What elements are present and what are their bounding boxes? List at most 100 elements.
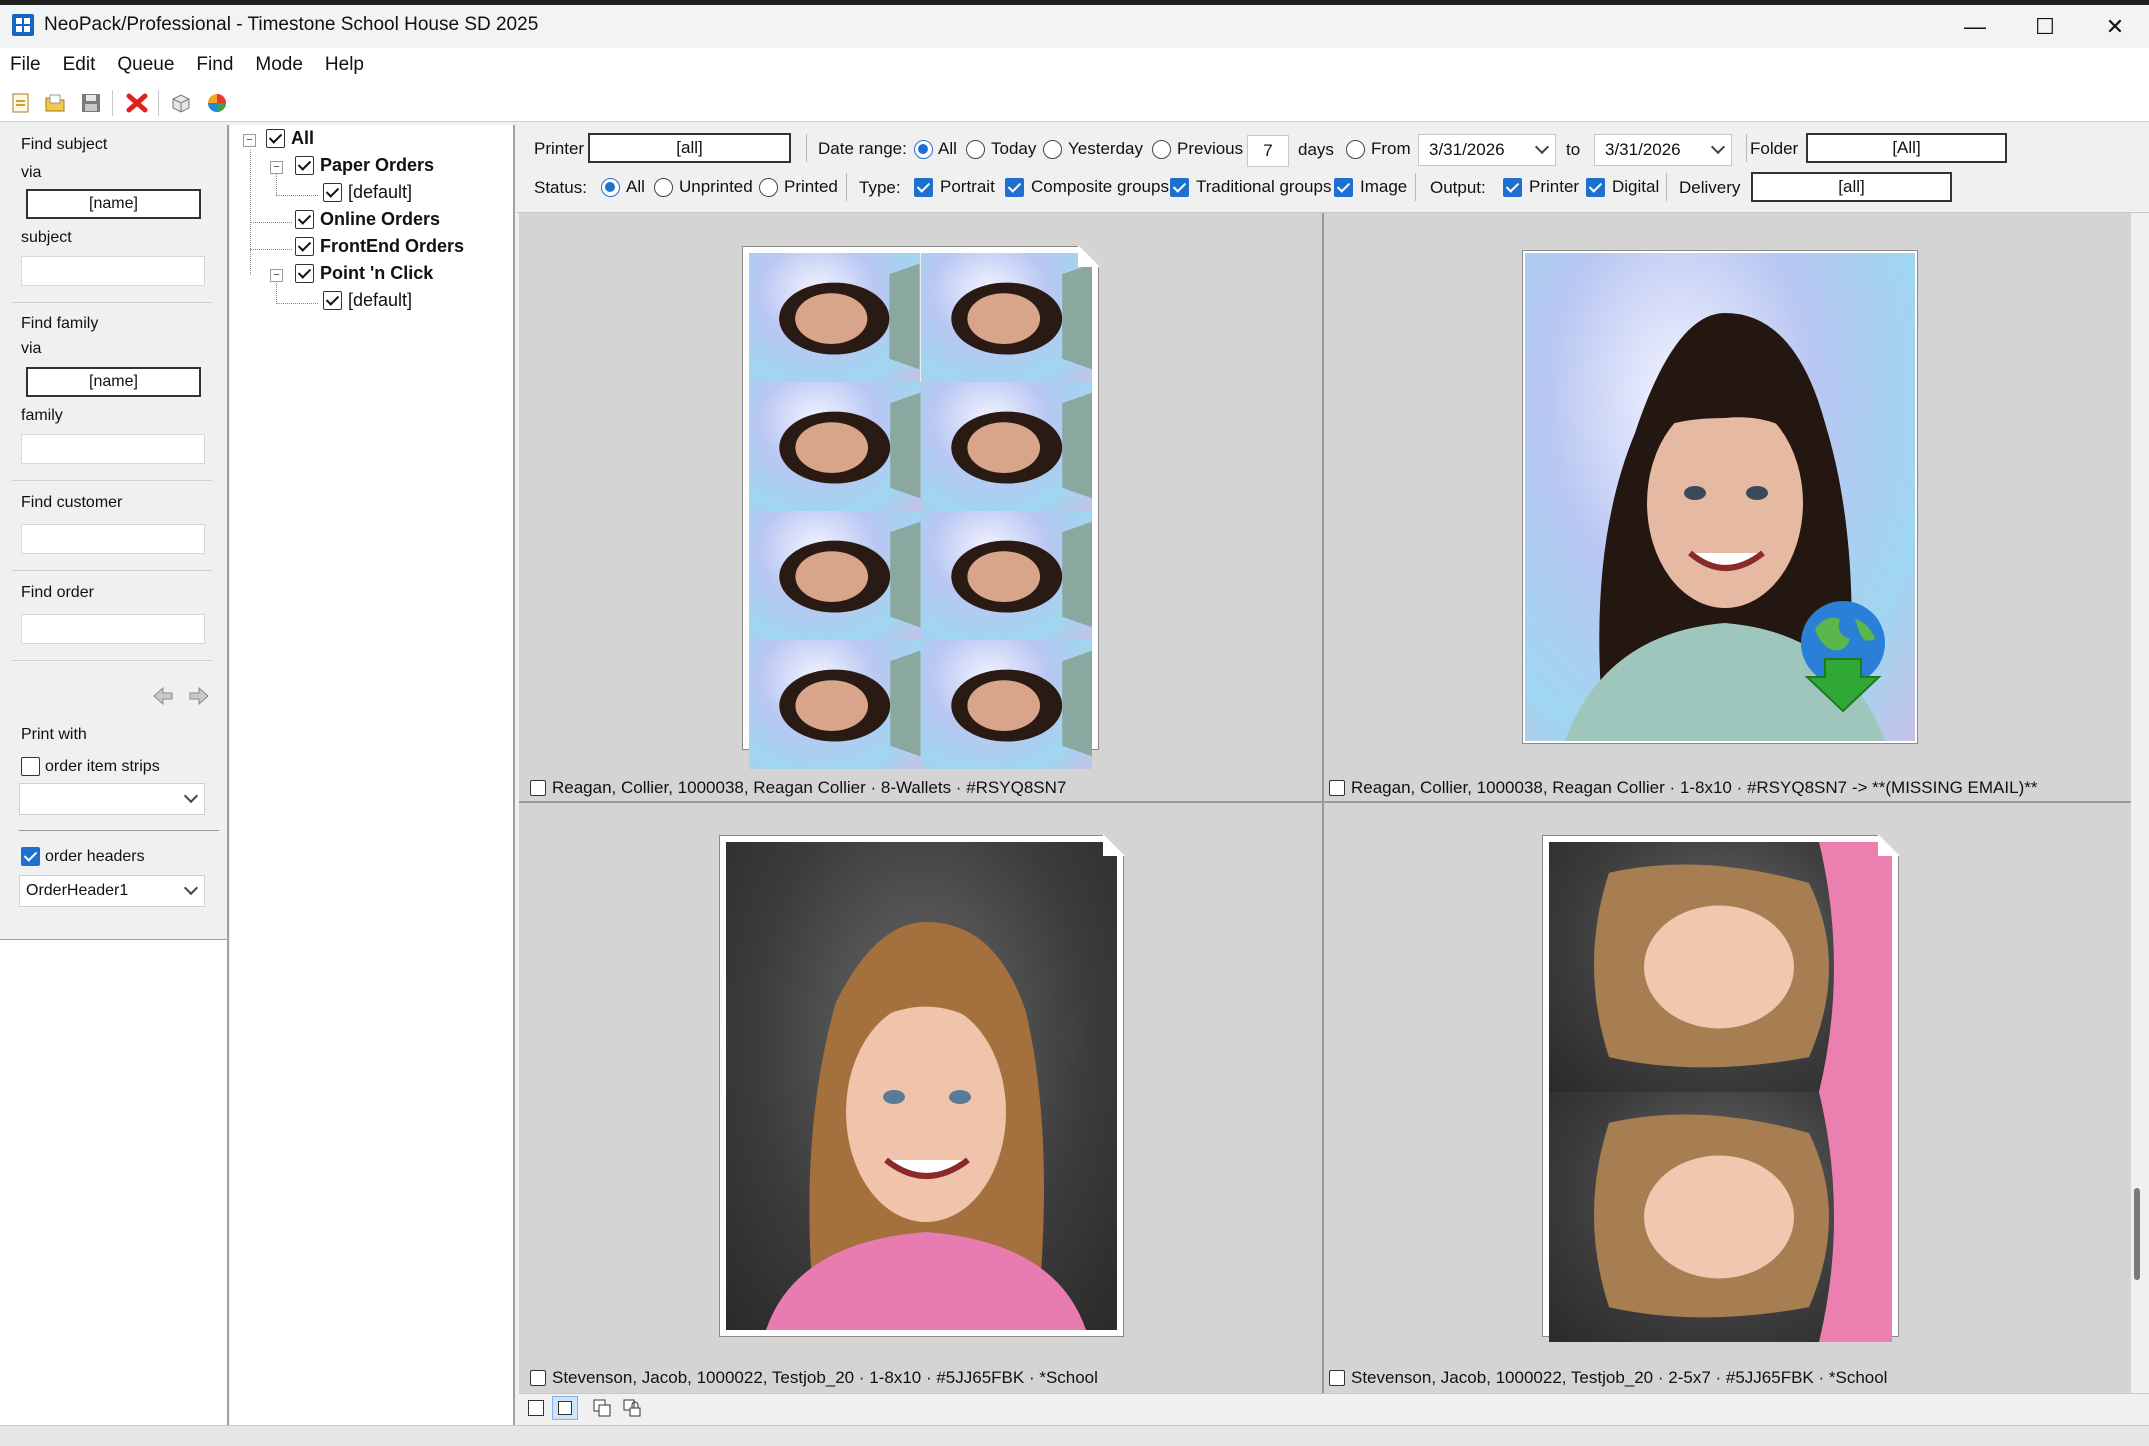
single-view-icon[interactable] [528,1400,544,1416]
output-digital-checkbox[interactable] [1586,177,1605,197]
date-option-all[interactable]: All [914,139,957,159]
menu-mode[interactable]: Mode [255,54,303,76]
type-option-composite-groups[interactable]: Composite groups [1005,177,1169,197]
order-thumbnail[interactable] [742,245,1100,770]
tree-node-all[interactable]: All [266,128,314,149]
menu-help[interactable]: Help [325,54,364,76]
order-input[interactable] [21,614,205,644]
tree-checkbox[interactable] [266,129,285,148]
order-item-checkbox[interactable] [1329,1370,1345,1386]
customer-input[interactable] [21,524,205,554]
grid-view-toggle[interactable] [552,1396,578,1420]
order-item-caption[interactable]: Stevenson, Jacob, 1000022, Testjob_20 · … [530,1368,1098,1388]
collapse-icon[interactable]: − [270,161,283,174]
tree-checkbox[interactable] [295,264,314,283]
order-headers-select[interactable]: OrderHeader1 [19,875,205,907]
printer-field[interactable]: [all] [588,133,791,163]
tree-node-default[interactable]: [default] [323,182,412,203]
date-option-yesterday[interactable]: Yesterday [1043,139,1143,159]
previous-days-input[interactable]: 7 [1247,135,1289,167]
tree-checkbox[interactable] [323,291,342,310]
menu-file[interactable]: File [10,54,41,76]
type-traditional-checkbox[interactable] [1170,177,1189,197]
output-printer-checkbox[interactable] [1503,177,1522,197]
find-family-via-field[interactable]: [name] [26,367,201,397]
date-yesterday-radio[interactable] [1043,139,1062,159]
order-thumbnail[interactable] [719,834,1125,1337]
to-date-picker[interactable]: 3/31/2026 [1594,134,1732,166]
order-item-caption[interactable]: Stevenson, Jacob, 1000022, Testjob_20 · … [1329,1368,1887,1388]
date-from-radio[interactable] [1346,139,1365,159]
lock-view-icon[interactable] [622,1398,642,1424]
tree-node-point-n-click[interactable]: Point 'n Click [295,263,433,284]
scrollbar-thumb[interactable] [2134,1188,2140,1280]
date-previous-radio[interactable] [1152,139,1171,159]
color-wheel-icon[interactable] [206,92,228,114]
order-item-strips-select[interactable] [19,783,205,815]
delete-icon[interactable] [126,92,148,114]
type-option-traditional-groups[interactable]: Traditional groups [1170,177,1331,197]
order-item-checkbox[interactable] [1329,780,1345,796]
find-subject-via-field[interactable]: [name] [26,189,201,219]
order-headers-checkbox[interactable] [21,847,40,866]
output-option-digital[interactable]: Digital [1586,177,1659,197]
status-all-radio[interactable] [601,177,620,197]
tree-checkbox[interactable] [295,156,314,175]
order-item-strips-option[interactable]: order item strips [21,757,160,776]
view-mode-bar [519,1393,2149,1423]
open-folder-icon[interactable] [44,92,66,114]
date-option-today[interactable]: Today [966,139,1036,159]
menu-find[interactable]: Find [196,54,233,76]
tree-node-paper-orders[interactable]: Paper Orders [295,155,434,176]
forward-arrow-icon[interactable] [188,686,210,712]
from-date-picker[interactable]: 3/31/2026 [1418,134,1556,166]
order-thumbnail[interactable] [1522,250,1918,744]
save-icon[interactable] [80,92,102,114]
status-option-all[interactable]: All [601,177,645,197]
package-icon[interactable] [170,92,192,114]
tree-node-default[interactable]: [default] [323,290,412,311]
status-unprinted-radio[interactable] [654,177,673,197]
new-icon[interactable] [10,92,32,114]
status-option-unprinted[interactable]: Unprinted [654,177,753,197]
tree-node-online-orders[interactable]: Online Orders [295,209,440,230]
status-option-printed[interactable]: Printed [759,177,838,197]
tree-checkbox[interactable] [295,237,314,256]
type-portrait-checkbox[interactable] [914,177,933,197]
tree-checkbox[interactable] [323,183,342,202]
download-globe-icon [1795,599,1895,721]
order-headers-option[interactable]: order headers [21,847,145,866]
order-item-strips-checkbox[interactable] [21,757,40,776]
minimize-button[interactable]: — [1940,5,2010,48]
order-item-checkbox[interactable] [530,780,546,796]
collapse-icon[interactable]: − [270,269,283,282]
close-button[interactable]: ✕ [2080,5,2149,48]
order-item-caption[interactable]: Reagan, Collier, 1000038, Reagan Collier… [530,778,1066,798]
menu-edit[interactable]: Edit [63,54,96,76]
output-option-printer[interactable]: Printer [1503,177,1579,197]
type-option-image[interactable]: Image [1334,177,1407,197]
order-item-checkbox[interactable] [530,1370,546,1386]
menu-queue[interactable]: Queue [117,54,174,76]
type-composite-checkbox[interactable] [1005,177,1024,197]
date-option-previous[interactable]: Previous [1152,139,1243,159]
delivery-field[interactable]: [all] [1751,172,1952,202]
tree-node-frontend-orders[interactable]: FrontEnd Orders [295,236,464,257]
back-arrow-icon[interactable] [152,686,174,712]
order-thumbnail[interactable] [1542,834,1900,1342]
maximize-button[interactable]: ☐ [2010,5,2080,48]
order-item-caption[interactable]: Reagan, Collier, 1000038, Reagan Collier… [1329,778,2037,798]
wallet-photo [920,640,1092,770]
type-image-checkbox[interactable] [1334,177,1353,197]
collapse-icon[interactable]: − [243,134,256,147]
copy-view-icon[interactable] [592,1398,612,1424]
subject-input[interactable] [21,256,205,286]
folder-field[interactable]: [All] [1806,133,2007,163]
tree-checkbox[interactable] [295,210,314,229]
date-all-radio[interactable] [914,139,933,159]
type-option-portrait[interactable]: Portrait [914,177,995,197]
family-input[interactable] [21,434,205,464]
date-option-from[interactable]: From [1346,139,1411,159]
status-printed-radio[interactable] [759,177,778,197]
date-today-radio[interactable] [966,139,985,159]
